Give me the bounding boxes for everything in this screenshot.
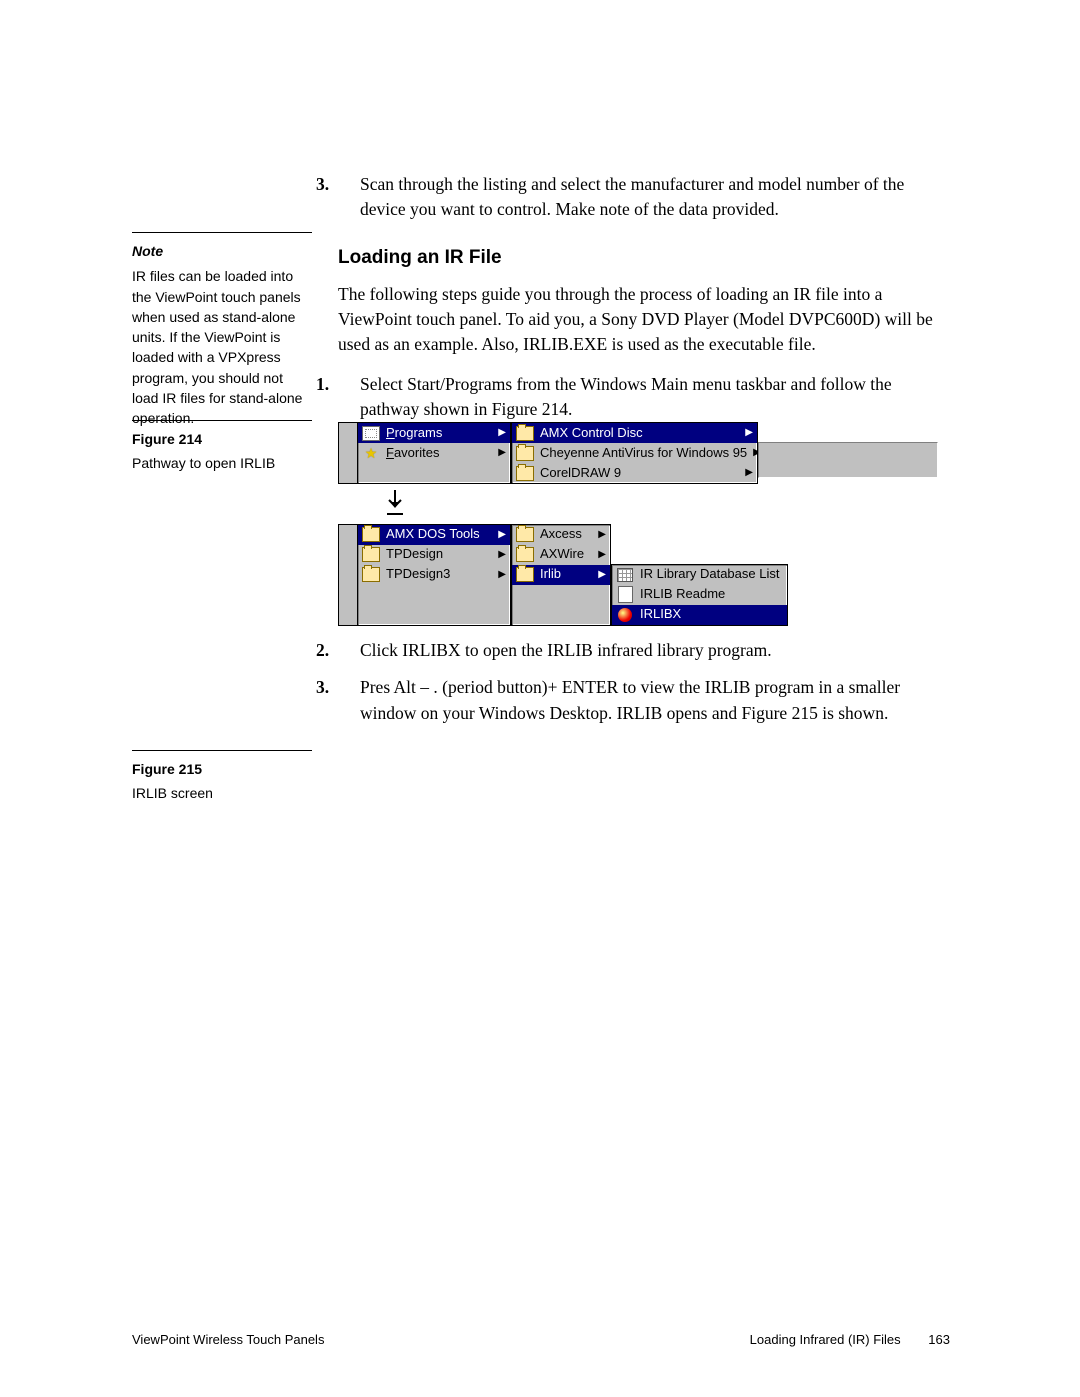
step-3-prev: 3.Scan through the listing and select th… [338,172,950,223]
pathway-arrow-icon [384,490,950,522]
step-2: 2.Click IRLIBX to open the IRLIB infrare… [338,638,950,663]
favorites-icon: ★ [362,445,380,461]
list-icon [616,567,634,583]
submenu-arrow-icon: ▶ [598,568,606,583]
submenu-arrow-icon: ▶ [745,426,753,441]
submenu-arrow-icon: ▶ [498,548,506,563]
submenu-arrow-icon: ▶ [598,528,606,543]
menu-item-label: Axcess [540,525,592,544]
menu-item[interactable]: Cheyenne AntiVirus for Windows 95▶ [512,443,757,463]
step-text: Click IRLIBX to open the IRLIB infrared … [360,640,772,660]
folder-icon [362,567,380,583]
menu-item-label: Irlib [540,565,592,584]
menu-item[interactable]: IRLIBX [612,605,787,625]
menu-item-label: Cheyenne AntiVirus for Windows 95 [540,444,747,463]
menu-item[interactable]: AMX DOS Tools ▶ [358,525,510,545]
note-body: IR files can be loaded into the ViewPoin… [132,266,312,428]
step-num: 2. [338,638,360,663]
menu-item-label: AMX DOS Tools [386,525,492,544]
menu-item[interactable]: AXWire ▶ [512,545,610,565]
submenu-arrow-icon: ▶ [498,446,506,461]
menu-item-label: Programs [386,424,492,443]
app-icon [616,607,634,623]
menu-item-label: IRLIB Readme [640,585,769,604]
page-footer: ViewPoint Wireless Touch Panels Loading … [132,1332,950,1347]
menu-item[interactable]: TPDesign3 ▶ [358,565,510,585]
start-menu-col2: AMX Control Disc ▶ Cheyenne AntiVirus for … [511,422,758,484]
submenu-arrow-icon: ▶ [745,466,753,481]
menu-item[interactable]: TPDesign ▶ [358,545,510,565]
folder-icon [516,465,534,481]
menu-item[interactable]: AMX Control Disc ▶ [512,423,757,443]
step-num: 1. [338,372,360,397]
menu-item-label: IR Library Database List [640,565,779,584]
rule [132,750,312,751]
folder-icon [516,445,534,461]
folder-icon [516,547,534,563]
footer-left: ViewPoint Wireless Touch Panels [132,1332,324,1347]
step-text: Select Start/Programs from the Windows M… [360,374,892,419]
folder-icon [362,527,380,543]
footer-right: Loading Infrared (IR) Files [750,1332,901,1347]
folder-icon [362,547,380,563]
menu-item-label: TPDesign [386,545,492,564]
submenu-amx: AMX DOS Tools ▶ TPDesign ▶ TPDesign3 ▶ [357,524,511,626]
step-text: Pres Alt – . (period button)+ ENTER to v… [360,677,900,722]
page-number: 163 [928,1332,950,1347]
menu-item[interactable]: Irlib ▶ [512,565,610,585]
document-icon [616,587,634,603]
step-num: 3. [338,172,360,197]
menu-item-label: CorelDRAW 9 [540,464,739,483]
menu-item-label: TPDesign3 [386,565,492,584]
start-menu-col1: Programs ▶ ★ Favorites ▶ [357,422,511,484]
folder-icon [516,425,534,441]
menu-item-label: AMX Control Disc [540,424,739,443]
submenu-arrow-icon: ▶ [598,548,606,563]
menu-item[interactable]: CorelDRAW 9 ▶ [512,463,757,483]
menu-item[interactable]: IR Library Database List [612,565,787,585]
figure-214-menu-pathway: Programs ▶ ★ Favorites ▶ AMX Control Disc ▶ Ch… [338,422,950,626]
menu-item-label: IRLIBX [640,605,769,624]
submenu-arrow-icon: ▶ [498,528,506,543]
menu-item[interactable]: ★ Favorites ▶ [358,443,510,463]
section-heading: Loading an IR File [338,244,950,272]
rule [132,420,312,421]
intro-paragraph: The following steps guide you through th… [338,282,950,358]
fig215-label: Figure 215 [132,759,312,779]
note-title: Note [132,241,312,261]
submenu-arrow-icon: ▶ [498,568,506,583]
fig215-caption: IRLIB screen [132,783,312,803]
menu-item[interactable]: Programs ▶ [358,423,510,443]
submenu-arrow-icon: ▶ [498,426,506,441]
menu-item-label: AXWire [540,545,592,564]
menu-item[interactable]: IRLIB Readme [612,585,787,605]
step-text: Scan through the listing and select the … [360,174,904,219]
step-num: 3. [338,675,360,700]
folder-icon [516,527,534,543]
rule [132,232,312,233]
menu-item[interactable]: Axcess ▶ [512,525,610,545]
programs-icon [362,425,380,441]
step-3: 3.Pres Alt – . (period button)+ ENTER to… [338,675,950,726]
fig214-label: Figure 214 [132,429,312,449]
folder-icon [516,567,534,583]
submenu-irlib: IR Library Database ListIRLIB ReadmeIRLI… [611,564,788,626]
fig214-caption: Pathway to open IRLIB [132,453,312,473]
submenu-dostools: Axcess ▶ AXWire ▶ Irlib ▶ [511,524,611,626]
menu-item-label: Favorites [386,444,492,463]
